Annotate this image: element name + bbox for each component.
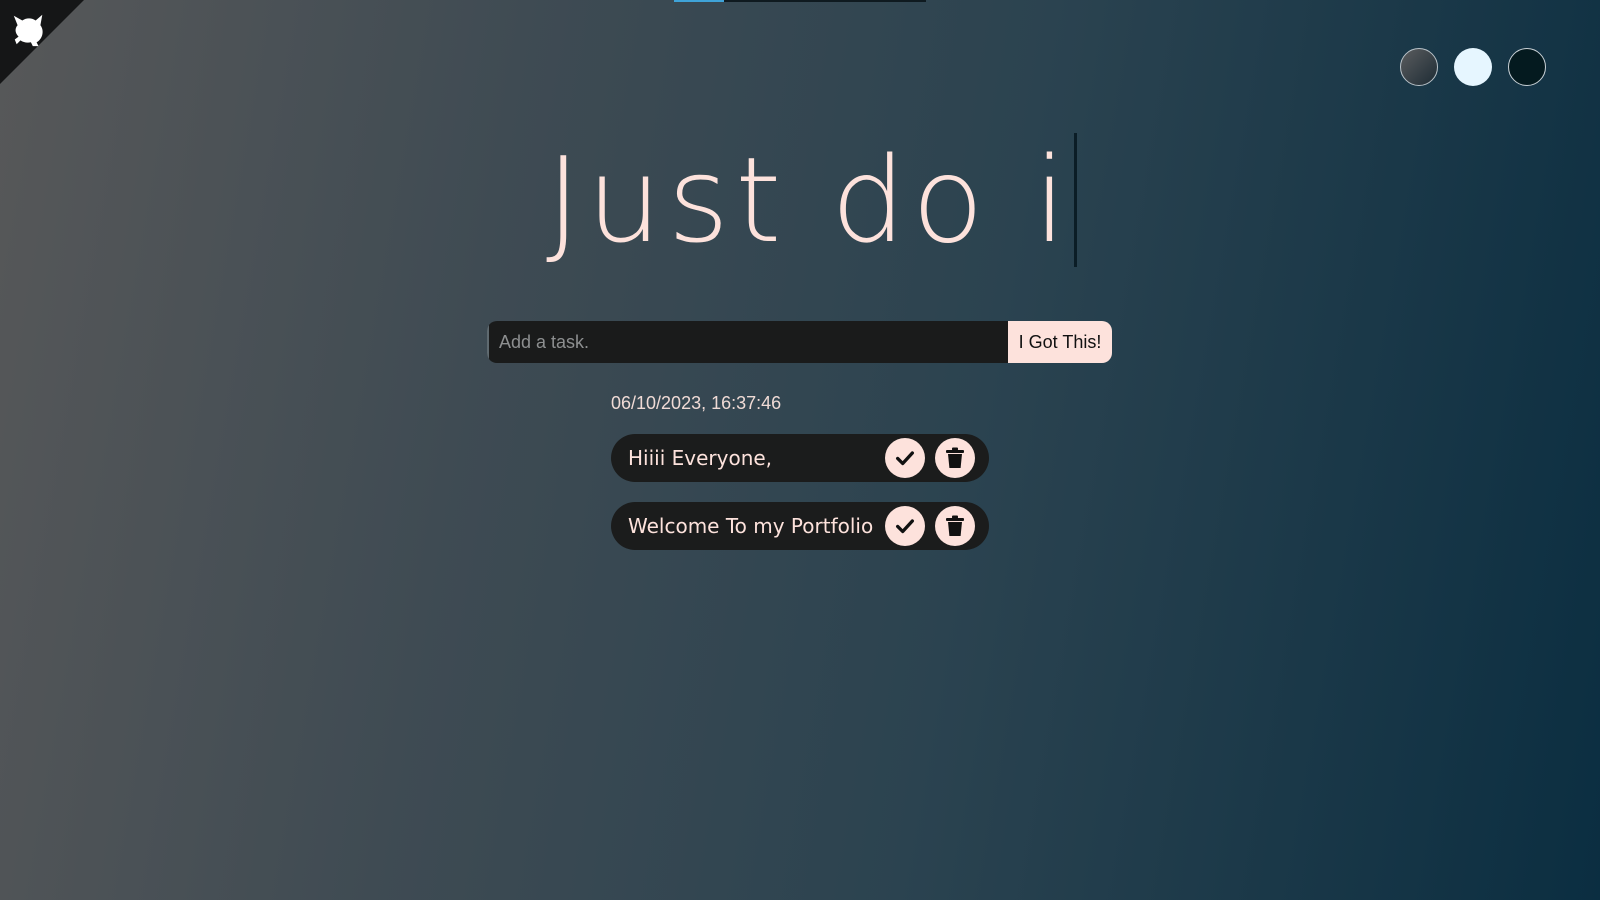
cat-silhouette-icon[interactable] (10, 10, 48, 48)
top-progress-strip (674, 0, 926, 2)
check-icon (896, 519, 914, 534)
task-text: Hiiii Everyone, (628, 446, 773, 470)
page-title-text: Just do i (546, 131, 1073, 269)
trash-icon (946, 515, 964, 536)
typing-cursor (1074, 133, 1078, 267)
add-task-button[interactable]: I Got This! (1008, 321, 1112, 363)
task-item: Welcome To my Portfolio (611, 502, 989, 550)
complete-task-button[interactable] (885, 506, 925, 546)
theme-switcher (1400, 48, 1546, 86)
complete-task-button[interactable] (885, 438, 925, 478)
task-list: Hiiii Everyone, Welcome To my Portfolio (611, 434, 989, 570)
standard-theme-button[interactable] (1400, 48, 1438, 86)
task-item: Hiiii Everyone, (611, 434, 989, 482)
darker-theme-button[interactable] (1508, 48, 1546, 86)
task-text: Welcome To my Portfolio (628, 514, 874, 538)
add-task-form: I Got This! (487, 321, 1112, 363)
add-task-input[interactable] (487, 321, 1008, 363)
delete-task-button[interactable] (935, 506, 975, 546)
top-progress-accent (674, 0, 724, 2)
trash-icon (946, 447, 964, 468)
light-theme-button[interactable] (1454, 48, 1492, 86)
current-datetime: 06/10/2023, 16:37:46 (611, 393, 782, 413)
delete-task-button[interactable] (935, 438, 975, 478)
page-title: Just do i (546, 130, 1078, 270)
check-icon (896, 451, 914, 466)
